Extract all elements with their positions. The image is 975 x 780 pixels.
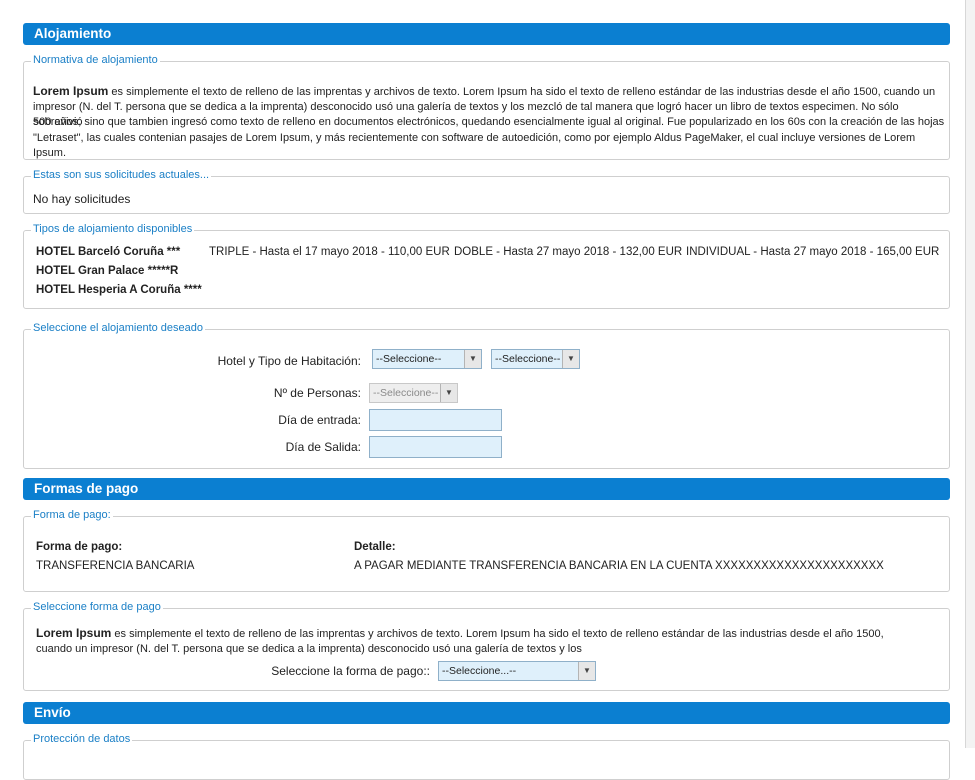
chevron-down-icon: ▼: [464, 350, 481, 368]
forma-pago-legend: Forma de pago:: [31, 508, 113, 522]
forma-pago-select-value: --Seleccione...--: [442, 665, 517, 677]
entrada-date-input[interactable]: [369, 409, 502, 431]
hotel-select[interactable]: --Seleccione-- ▼: [372, 349, 482, 369]
rate-doble: DOBLE - Hasta 27 mayo 2018 - 132,00 EUR: [454, 246, 683, 258]
seleccion-legend: Seleccione el alojamiento deseado: [31, 321, 206, 335]
normativa-line-1: Lorem Ipsum es simplemente el texto de r…: [33, 84, 935, 101]
chevron-down-icon: ▼: [578, 662, 595, 680]
normativa-text-1: es simplemente el texto de relleno de la…: [108, 86, 936, 98]
entrada-label: Día de entrada:: [278, 413, 361, 427]
chevron-down-icon: ▼: [440, 384, 457, 402]
personas-select[interactable]: --Seleccione-- ▼: [369, 383, 458, 403]
hotel-name: HOTEL Hesperia A Coruña ****: [36, 284, 202, 296]
scrollbar-track[interactable]: [966, 0, 975, 748]
forma-pago-value: TRANSFERENCIA BANCARIA: [36, 560, 195, 572]
personas-select-value: --Seleccione--: [373, 387, 439, 399]
proteccion-datos-panel: Protección de datos: [23, 732, 950, 780]
normativa-legend: Normativa de alojamiento: [31, 53, 160, 67]
detalle-col-header: Detalle:: [354, 541, 396, 553]
seleccion-panel: Seleccione el alojamiento deseado Hotel …: [23, 321, 950, 469]
section-header-formas-pago: Formas de pago: [23, 478, 950, 500]
hotel-name: HOTEL Gran Palace *****R: [36, 265, 179, 277]
seleccione-forma-legend: Seleccione forma de pago: [31, 600, 163, 614]
page-frame: Alojamiento Normativa de alojamiento Lor…: [0, 0, 966, 780]
hotel-name: HOTEL Barceló Coruña ***: [36, 246, 181, 258]
hotel-select-value: --Seleccione--: [376, 353, 442, 365]
proteccion-datos-legend: Protección de datos: [31, 732, 133, 746]
solicitudes-panel: Estas son sus solicitudes actuales... No…: [23, 168, 950, 214]
salida-label: Día de Salida:: [285, 440, 361, 454]
seleccione-forma-text-1: es simplemente el texto de relleno de la…: [111, 628, 884, 640]
habitacion-tipo-select[interactable]: --Seleccione-- ▼: [491, 349, 580, 369]
seleccione-forma-panel: Seleccione forma de pago Lorem Ipsum es …: [23, 600, 950, 691]
personas-label: Nº de Personas:: [273, 386, 361, 400]
forma-pago-panel: Forma de pago: Forma de pago: Detalle: T…: [23, 508, 950, 592]
seleccione-forma-line-1: Lorem Ipsum es simplemente el texto de r…: [36, 626, 884, 643]
salida-date-input[interactable]: [369, 436, 502, 458]
detalle-value: A PAGAR MEDIANTE TRANSFERENCIA BANCARIA …: [354, 560, 884, 572]
seleccione-forma-lead: Lorem Ipsum: [36, 626, 112, 640]
habitacion-tipo-select-value: --Seleccione--: [495, 353, 561, 365]
normativa-panel: Normativa de alojamiento Lorem Ipsum es …: [23, 53, 950, 160]
hotel-tipo-label: Hotel y Tipo de Habitación:: [217, 354, 361, 368]
chevron-down-icon: ▼: [562, 350, 579, 368]
forma-pago-select-label: Seleccione la forma de pago::: [271, 664, 430, 678]
tipos-panel: Tipos de alojamiento disponibles HOTEL B…: [23, 222, 950, 309]
normativa-line-4: "Letraset", las cuales contenian pasajes…: [33, 131, 916, 160]
seleccione-forma-line-2: cuando un impresor (N. del T. persona qu…: [36, 642, 582, 655]
section-header-envio: Envío: [23, 702, 950, 724]
rate-triple: TRIPLE - Hasta el 17 mayo 2018 - 110,00 …: [209, 246, 450, 258]
normativa-line-3: 500 años, sino que tambien ingresó como …: [33, 116, 945, 128]
forma-pago-select[interactable]: --Seleccione...-- ▼: [438, 661, 596, 681]
rate-individual: INDIVIDUAL - Hasta 27 mayo 2018 - 165,00…: [686, 246, 940, 258]
solicitudes-text: No hay solicitudes: [33, 192, 131, 206]
tipos-legend: Tipos de alojamiento disponibles: [31, 222, 195, 236]
section-header-alojamiento: Alojamiento: [23, 23, 950, 45]
forma-pago-col-header: Forma de pago:: [36, 541, 123, 553]
normativa-lead: Lorem Ipsum: [33, 84, 109, 98]
solicitudes-legend: Estas son sus solicitudes actuales...: [31, 168, 212, 182]
